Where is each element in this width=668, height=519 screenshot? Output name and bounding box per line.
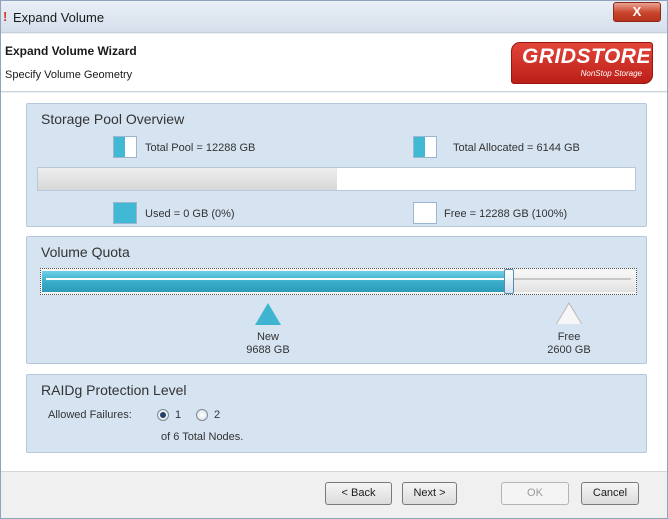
free-label: Free — [557, 331, 581, 343]
quota-slider-thumb[interactable] — [504, 269, 514, 294]
failures-radio-2[interactable] — [196, 409, 208, 421]
storage-pool-bar — [37, 167, 636, 191]
storage-pool-title: Storage Pool Overview — [41, 111, 185, 127]
new-marker-triangle-icon — [255, 303, 281, 325]
logo-tagline: NonStop Storage — [580, 69, 642, 78]
volume-quota-title: Volume Quota — [41, 244, 130, 260]
allocated-bar-segment — [38, 168, 337, 190]
total-pool-swatch — [113, 136, 137, 158]
failures-radio-1[interactable] — [157, 409, 169, 421]
free-swatch — [413, 202, 437, 224]
title-bar[interactable]: ! Expand Volume X — [1, 1, 667, 33]
free-label: Free = 12288 GB (100%) — [444, 208, 568, 220]
logo-name: GRIDSTORE — [522, 45, 651, 68]
new-value: 9688 GB — [246, 344, 290, 356]
quota-slider-fill — [42, 271, 509, 292]
wizard-content: Storage Pool Overview Total Pool = 12288… — [1, 93, 667, 471]
used-swatch — [113, 202, 137, 224]
window-title: Expand Volume — [13, 10, 105, 25]
total-nodes-text: of 6 Total Nodes. — [161, 431, 244, 443]
failures-option-1-label: 1 — [175, 409, 182, 421]
wizard-footer: < Back Next > OK Cancel — [1, 471, 667, 518]
back-button[interactable]: < Back — [325, 482, 392, 505]
wizard-title: Expand Volume Wizard — [5, 44, 137, 58]
total-allocated-swatch — [413, 136, 437, 158]
volume-quota-slider[interactable] — [40, 268, 637, 295]
app-icon: ! — [3, 9, 8, 24]
used-label: Used = 0 GB (0%) — [145, 208, 235, 220]
allowed-failures-label: Allowed Failures: — [48, 409, 132, 421]
wizard-subtitle: Specify Volume Geometry — [5, 69, 133, 81]
close-button[interactable]: X — [613, 2, 661, 22]
volume-quota-group: Volume Quota New 9688 GB Free 2600 GB — [26, 236, 647, 364]
cancel-button[interactable]: Cancel — [581, 482, 639, 505]
expand-volume-window: ! Expand Volume X Expand Volume Wizard S… — [0, 0, 668, 519]
total-allocated-label: Total Allocated = 6144 GB — [453, 142, 580, 154]
raid-protection-group: RAIDg Protection Level Allowed Failures:… — [26, 374, 647, 453]
free-value: 2600 GB — [547, 344, 591, 356]
failures-option-2-label: 2 — [214, 409, 221, 421]
ok-button[interactable]: OK — [501, 482, 569, 505]
raid-protection-title: RAIDg Protection Level — [41, 382, 187, 398]
wizard-header: Expand Volume Wizard Specify Volume Geom… — [1, 34, 667, 92]
quota-slider-remaining — [509, 271, 635, 292]
new-label: New — [256, 331, 279, 343]
total-pool-label: Total Pool = 12288 GB — [145, 142, 256, 154]
gridstore-logo: GRIDSTORE NonStop Storage — [511, 42, 653, 84]
storage-pool-group: Storage Pool Overview Total Pool = 12288… — [26, 103, 647, 227]
free-marker-triangle-icon — [557, 304, 581, 324]
next-button[interactable]: Next > — [402, 482, 457, 505]
